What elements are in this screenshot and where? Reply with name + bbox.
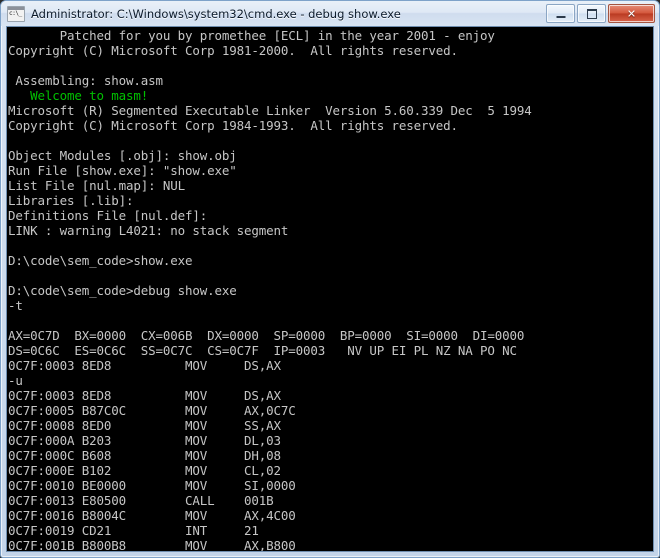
console-line: 0C7F:000A B203 MOV DL,03 (8, 433, 281, 448)
close-icon: ✕ (626, 7, 637, 20)
title-bar[interactable]: Administrator: C:\Windows\system32\cmd.e… (1, 1, 659, 26)
console-line: Definitions File [nul.def]: (8, 208, 208, 223)
console-line: 0C7F:001B B800B8 MOV AX,B800 (8, 538, 296, 551)
console-line: 0C7F:0003 8ED8 MOV DS,AX (8, 358, 281, 373)
console-line: D:\code\sem_code>show.exe (8, 253, 193, 268)
close-button[interactable]: ✕ (608, 4, 655, 23)
console-line: -t (8, 298, 23, 313)
console-line: 0C7F:000E B102 MOV CL,02 (8, 463, 281, 478)
console-line: LINK : warning L4021: no stack segment (8, 223, 289, 238)
console-window: Administrator: C:\Windows\system32\cmd.e… (0, 0, 660, 558)
console-line: 0C7F:0005 B87C0C MOV AX,0C7C (8, 403, 296, 418)
minimize-button[interactable] (546, 4, 575, 23)
console-line: Object Modules [.obj]: show.obj (8, 148, 237, 163)
console-line: 0C7F:0016 B8004C MOV AX,4C00 (8, 508, 296, 523)
console-line: 0C7F:0003 8ED8 MOV DS,AX (8, 388, 281, 403)
console-line: DS=0C6C ES=0C6C SS=0C7C CS=0C7F IP=0003 … (8, 343, 517, 358)
console-line: Libraries [.lib]: (8, 193, 134, 208)
console-line: 0C7F:0013 E80500 CALL 001B (8, 493, 274, 508)
console-line: 0C7F:000C B608 MOV DH,08 (8, 448, 281, 463)
console-line: D:\code\sem_code>debug show.exe (8, 283, 237, 298)
console-line: -u (8, 373, 23, 388)
window-controls: ✕ (546, 4, 655, 23)
maximize-button[interactable] (577, 4, 606, 23)
console-line: Copyright (C) Microsoft Corp 1981-2000. … (8, 43, 458, 58)
maximize-icon (586, 8, 597, 19)
console-line: Patched for you by promethee [ECL] in th… (8, 28, 495, 43)
console-line: 0C7F:0010 BE0000 MOV SI,0000 (8, 478, 296, 493)
console-line: 0C7F:0019 CD21 INT 21 (8, 523, 259, 538)
console-line: 0C7F:0008 8ED0 MOV SS,AX (8, 418, 281, 433)
console-line: Run File [show.exe]: "show.exe" (8, 163, 237, 178)
minimize-icon (556, 15, 565, 18)
console-text-buffer[interactable]: Patched for you by promethee [ECL] in th… (7, 27, 653, 551)
console-line: Assembling: show.asm (8, 73, 163, 88)
console-line: List File [nul.map]: NUL (8, 178, 186, 193)
console-client-area[interactable]: Patched for you by promethee [ECL] in th… (6, 26, 654, 552)
cmd-console-icon (7, 5, 25, 22)
console-line: Microsoft (R) Segmented Executable Linke… (8, 103, 532, 118)
console-line: AX=0C7D BX=0000 CX=006B DX=0000 SP=0000 … (8, 328, 525, 343)
window-title: Administrator: C:\Windows\system32\cmd.e… (31, 6, 401, 21)
console-line: Welcome to masm! (8, 88, 149, 103)
console-line: Copyright (C) Microsoft Corp 1984-1993. … (8, 118, 458, 133)
